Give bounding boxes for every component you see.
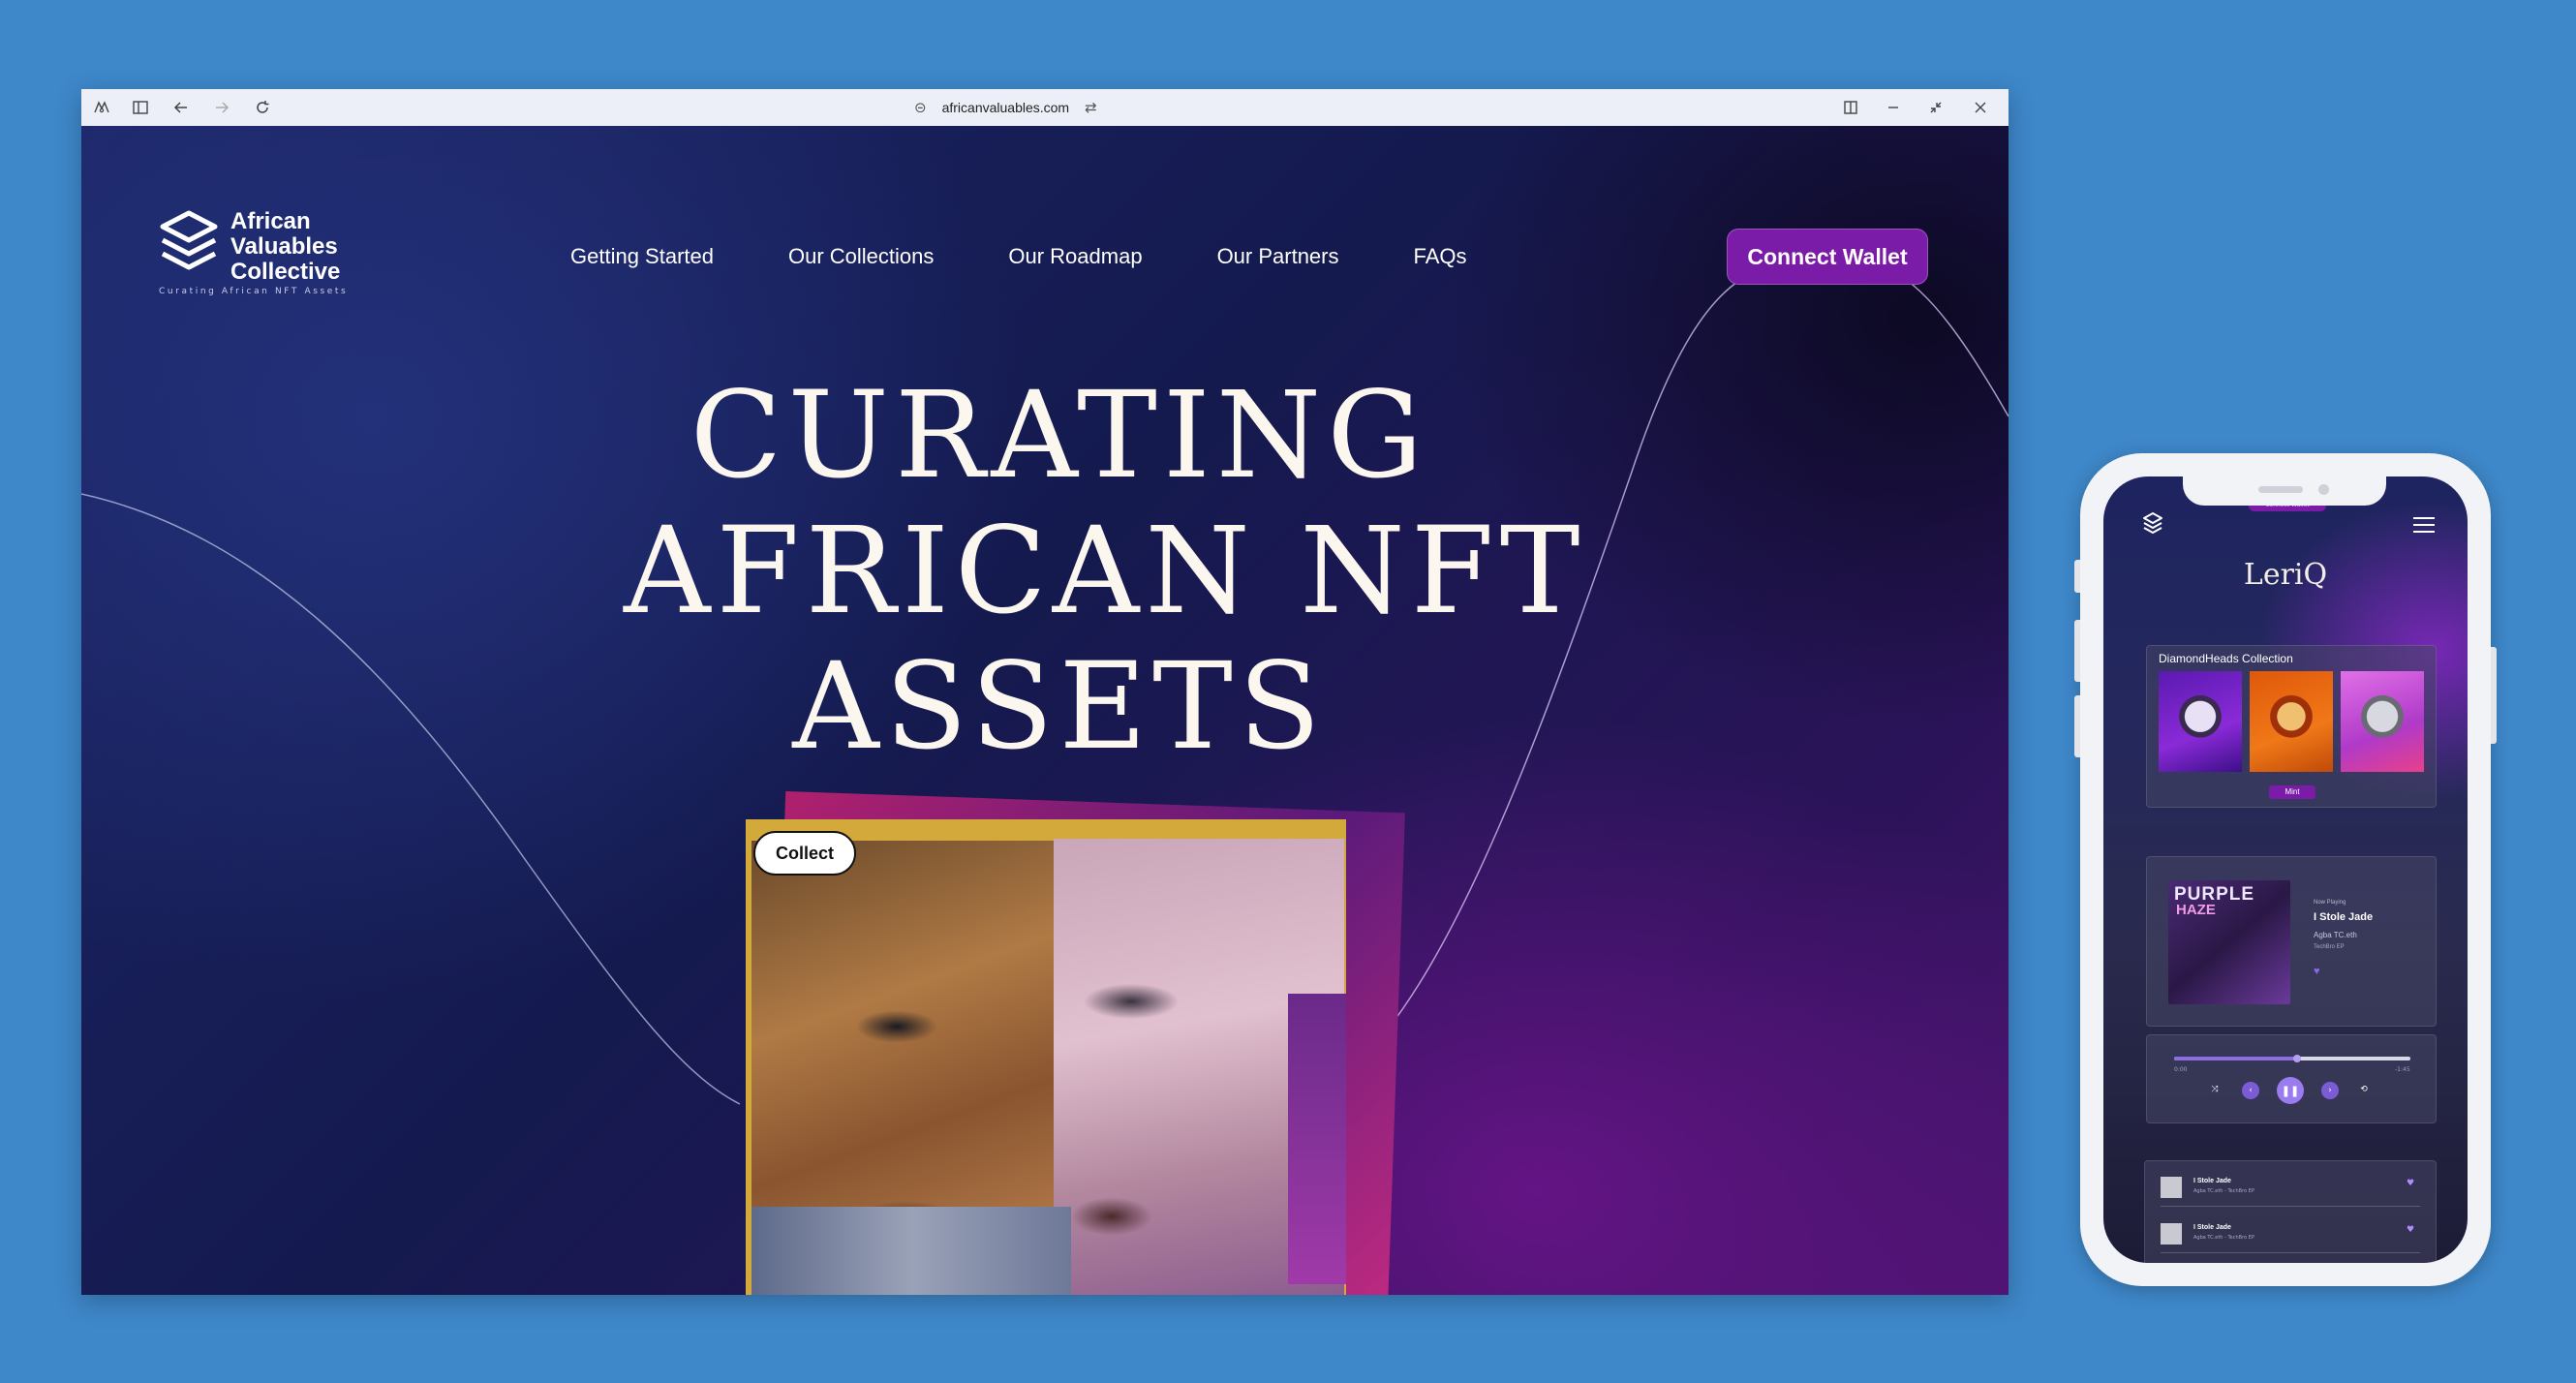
next-icon[interactable]: ›	[2321, 1082, 2339, 1099]
hero-heading: CURATING AFRICAN NFT ASSETS	[624, 366, 1586, 777]
phone-power-button	[2491, 647, 2497, 744]
list-item[interactable]: I Stole Jade Agba TC.eth - TechBro EP ♥	[2161, 1169, 2420, 1208]
nft-thumbnail[interactable]	[2250, 671, 2333, 772]
sidebar-icon[interactable]	[120, 89, 161, 126]
player-controls-card: 0:00 -1:45 ⤨ ‹ ❚❚ › ⟲	[2146, 1034, 2437, 1123]
address-bar[interactable]: ⊝ africanvaluables.com ⇄	[914, 89, 1097, 126]
phone-mute-button	[2074, 560, 2080, 593]
phone-mockup: Connect Wallet LeriQ DiamondHeads Collec…	[2074, 453, 2497, 1286]
forward-icon[interactable]	[201, 89, 242, 126]
nav-faqs[interactable]: FAQs	[1414, 244, 1467, 269]
elapsed-time: 0:00	[2174, 1066, 2188, 1073]
progress-knob[interactable]	[2292, 1055, 2301, 1062]
app-title: LeriQ	[2243, 558, 2328, 592]
back-icon[interactable]	[161, 89, 201, 126]
heart-icon[interactable]: ♥	[2407, 1225, 2414, 1235]
connect-wallet-button[interactable]: Connect Wallet	[1727, 229, 1928, 285]
hamburger-menu-icon[interactable]	[2413, 517, 2435, 538]
heart-icon[interactable]: ♥	[2407, 1179, 2414, 1188]
previous-icon[interactable]: ‹	[2242, 1082, 2259, 1099]
split-view-icon[interactable]	[1830, 89, 1871, 126]
track-title: I Stole Jade	[2314, 911, 2374, 923]
remaining-time: -1:45	[2395, 1066, 2410, 1073]
heart-icon[interactable]: ♥	[2314, 966, 2320, 977]
browser-toolbar: ⊝ africanvaluables.com ⇄	[81, 89, 2009, 126]
collection-card[interactable]: DiamondHeads Collection Mint	[2146, 645, 2437, 808]
phone-volume-up-button	[2074, 620, 2080, 682]
url-text: africanvaluables.com	[941, 100, 1070, 115]
divider	[2161, 1252, 2420, 1253]
link-icon: ⊝	[914, 99, 927, 116]
progress-slider[interactable]	[2174, 1055, 2410, 1062]
phone-notch	[2183, 476, 2386, 506]
site-logo[interactable]: African Valuables Collective Curating Af…	[159, 208, 346, 297]
collection-title: DiamondHeads Collection	[2159, 652, 2293, 665]
now-playing-label: Now Playing	[2314, 900, 2346, 906]
logo-line-1: African	[230, 208, 311, 234]
track-list-subtitle: Agba TC.eth - TechBro EP	[2193, 1235, 2254, 1241]
phone-volume-down-button	[2074, 695, 2080, 757]
track-list-subtitle: Agba TC.eth - TechBro EP	[2193, 1188, 2254, 1194]
extensions-icon[interactable]	[81, 89, 122, 126]
track-list-title: I Stole Jade	[2193, 1178, 2231, 1184]
nav-our-partners[interactable]: Our Partners	[1217, 244, 1339, 269]
close-icon[interactable]	[1960, 89, 2001, 126]
website-viewport: African Valuables Collective Curating Af…	[81, 126, 2009, 1295]
hero-line-3: ASSETS	[792, 637, 1327, 777]
track-thumbnail	[2161, 1223, 2182, 1245]
browser-window: ⊝ africanvaluables.com ⇄ African Valuabl…	[81, 89, 2009, 1295]
nav-our-roadmap[interactable]: Our Roadmap	[1008, 244, 1142, 269]
mint-button[interactable]: Mint	[2269, 785, 2315, 799]
track-list-title: I Stole Jade	[2193, 1224, 2231, 1231]
track-album: TechBro EP	[2314, 944, 2345, 950]
progress-fill	[2174, 1057, 2297, 1060]
track-thumbnail	[2161, 1177, 2182, 1198]
list-item[interactable]: I Stole Jade Agba TC.eth - TechBro EP ♥	[2161, 1215, 2420, 1254]
now-playing-card: PURPLE HAZE Now Playing I Stole Jade Agb…	[2146, 856, 2437, 1027]
divider	[2161, 1206, 2420, 1207]
repeat-icon[interactable]: ⟲	[2356, 1082, 2372, 1097]
artwork-strip	[751, 1207, 1071, 1295]
hero-line-1: CURATING	[690, 366, 1429, 506]
track-list: I Stole Jade Agba TC.eth - TechBro EP ♥ …	[2144, 1160, 2437, 1263]
layers-logo-icon	[160, 210, 218, 270]
cover-subtitle: HAZE	[2176, 902, 2216, 918]
artwork-purple-block	[1288, 994, 1346, 1284]
logo-line-2: Valuables	[230, 233, 338, 260]
phone-screen: Connect Wallet LeriQ DiamondHeads Collec…	[2103, 476, 2468, 1263]
layers-logo-icon[interactable]	[2142, 511, 2163, 535]
nft-thumbnail[interactable]	[2159, 671, 2242, 772]
nav-getting-started[interactable]: Getting Started	[570, 244, 714, 269]
pause-icon[interactable]: ❚❚	[2277, 1077, 2304, 1104]
album-cover[interactable]: PURPLE HAZE	[2168, 880, 2290, 1004]
logo-tagline: Curating African NFT Assets	[159, 287, 349, 296]
main-nav: Getting Started Our Collections Our Road…	[570, 244, 1542, 269]
shuffle-icon[interactable]: ⤨	[2207, 1082, 2223, 1097]
hero-line-2: AFRICAN NFT	[624, 502, 1586, 641]
nft-thumbnail[interactable]	[2341, 671, 2424, 772]
nav-our-collections[interactable]: Our Collections	[788, 244, 934, 269]
collect-button[interactable]: Collect	[753, 831, 856, 876]
site-settings-icon[interactable]: ⇄	[1085, 99, 1097, 116]
restore-icon[interactable]	[1916, 89, 1956, 126]
reload-icon[interactable]	[242, 89, 283, 126]
logo-line-3: Collective	[230, 259, 341, 285]
minimize-icon[interactable]	[1873, 89, 1914, 126]
track-artist: Agba TC.eth	[2314, 931, 2357, 939]
featured-artwork[interactable]	[746, 819, 1346, 1295]
